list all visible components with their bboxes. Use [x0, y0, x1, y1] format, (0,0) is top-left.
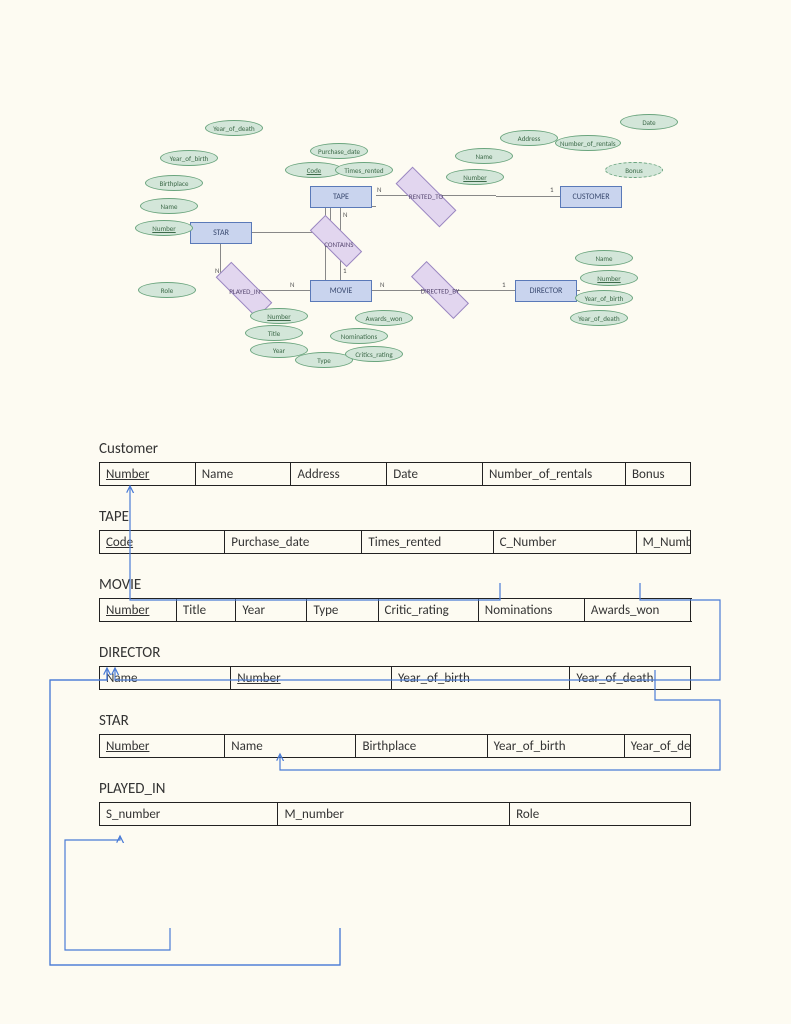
table-tape-block: TAPE Code Purchase_date Times_rented C_N…	[99, 508, 691, 554]
col-playedin-snumber: S_number	[100, 803, 278, 826]
attr-movie-nominations: Nominations	[330, 328, 388, 344]
attr-dir-year-of-death: Year_of_death	[570, 310, 628, 326]
attr-cust-name: Name	[455, 148, 513, 164]
col-star-name: Name	[225, 735, 356, 758]
col-movie-title: Title	[176, 599, 235, 622]
attr-tape-purchase-date: Purchase_date	[310, 143, 368, 159]
entity-director-label: DIRECTOR	[530, 286, 563, 296]
col-tape-purchasedate: Purchase_date	[225, 531, 362, 554]
col-tape-mnumber: M_Number	[636, 531, 690, 554]
col-tape-code: Code	[106, 535, 133, 550]
table-director: Name Number Year_of_birth Year_of_death	[99, 666, 691, 690]
table-playedin-block: PLAYED_IN S_number M_number Role	[99, 780, 691, 826]
entity-movie: MOVIE	[310, 280, 372, 302]
entity-customer-label: CUSTOMER	[572, 192, 609, 202]
attr-dir-number: Number	[580, 270, 638, 286]
attr-dir-name: Name	[575, 250, 633, 266]
col-star-yod: Year_of_death	[624, 735, 690, 758]
col-movie-number: Number	[106, 603, 149, 618]
attr-played-role: Role	[138, 282, 196, 298]
col-movie-awardswon: Awards_won	[584, 599, 690, 622]
attr-cust-number-of-rentals: Number_of_rentals	[555, 135, 621, 151]
attr-movie-number: Number	[250, 308, 308, 324]
col-customer-date: Date	[387, 463, 483, 486]
col-movie-year: Year	[236, 599, 307, 622]
col-director-yob: Year_of_birth	[391, 667, 569, 690]
col-star-number: Number	[106, 739, 149, 754]
entity-director: DIRECTOR	[515, 280, 577, 302]
card-tape-rented-n: N	[377, 185, 382, 194]
table-movie-name: MOVIE	[99, 576, 691, 594]
attr-cust-date: Date	[620, 114, 678, 130]
table-star-name: STAR	[99, 712, 691, 730]
card-contains-movie-1: 1	[343, 266, 347, 275]
attr-cust-address: Address	[500, 130, 558, 146]
table-star-block: STAR Number Name Birthplace Year_of_birt…	[99, 712, 691, 758]
col-movie-criticrating: Critic_rating	[378, 599, 478, 622]
card-directed-dir-1: 1	[502, 280, 506, 289]
col-playedin-role: Role	[510, 803, 691, 826]
attr-star-name: Name	[140, 198, 198, 214]
col-customer-bonus: Bonus	[625, 463, 690, 486]
table-tape: Code Purchase_date Times_rented C_Number…	[99, 530, 691, 554]
col-customer-number: Number	[106, 467, 149, 482]
table-playedin: S_number M_number Role	[99, 802, 691, 826]
entity-tape-label: TAPE	[333, 192, 349, 202]
attr-movie-title: Title	[245, 325, 303, 341]
entity-tape: TAPE	[310, 186, 372, 208]
fk-playedin-snumber	[65, 836, 170, 950]
table-customer-block: Customer Number Name Address Date Number…	[99, 440, 691, 486]
rel-contains: CONTAINS	[309, 234, 369, 256]
card-played-movie-n: N	[290, 280, 295, 289]
attr-cust-bonus: Bonus	[605, 162, 663, 178]
rel-played-in: PLAYED_IN	[215, 281, 275, 303]
table-playedin-name: PLAYED_IN	[99, 780, 691, 798]
attr-star-birthplace: Birthplace	[145, 175, 203, 191]
col-movie-nominations: Nominations	[478, 599, 584, 622]
entity-customer: CUSTOMER	[560, 186, 622, 208]
table-movie-block: MOVIE Number Title Year Type Critic_rati…	[99, 576, 691, 622]
card-tape-contains-n: N	[343, 210, 348, 219]
col-tape-timesrented: Times_rented	[362, 531, 493, 554]
attr-dir-year-of-birth: Year_of_birth	[575, 290, 633, 306]
attr-star-number: Number	[135, 220, 193, 236]
attr-star-year-of-birth: Year_of_birth	[160, 150, 218, 166]
card-rented-cust-1: 1	[550, 185, 554, 194]
col-star-yob: Year_of_birth	[487, 735, 624, 758]
table-director-name: DIRECTOR	[99, 644, 691, 662]
table-movie: Number Title Year Type Critic_rating Nom…	[99, 598, 691, 622]
rel-rented-to: RENTED_TO	[396, 186, 456, 208]
table-director-block: DIRECTOR Name Number Year_of_birth Year_…	[99, 644, 691, 690]
col-director-yod: Year_of_death	[570, 667, 691, 690]
attr-cust-number: Number	[446, 169, 504, 185]
table-customer: Number Name Address Date Number_of_renta…	[99, 462, 691, 486]
attr-tape-times-rented: Times_rented	[335, 162, 393, 178]
col-star-birthplace: Birthplace	[356, 735, 487, 758]
card-movie-directed-n: N	[380, 280, 385, 289]
col-customer-address: Address	[291, 463, 387, 486]
col-customer-numrentals: Number_of_rentals	[482, 463, 625, 486]
table-tape-name: TAPE	[99, 508, 691, 526]
rel-directed-by: DIRECTED_BY	[410, 280, 470, 302]
attr-star-year-of-death: Year_of_death	[205, 120, 263, 136]
col-customer-name: Name	[195, 463, 291, 486]
col-tape-cnumber: C_Number	[493, 531, 636, 554]
table-star: Number Name Birthplace Year_of_birth Yea…	[99, 734, 691, 758]
entity-star-label: STAR	[213, 228, 229, 238]
relational-schema: Customer Number Name Address Date Number…	[99, 440, 691, 826]
er-diagram: STAR Year_of_death Year_of_birth Birthpl…	[130, 90, 690, 360]
attr-movie-awards-won: Awards_won	[355, 310, 413, 326]
col-director-name: Name	[100, 667, 231, 690]
col-movie-type: Type	[307, 599, 378, 622]
table-customer-name: Customer	[99, 440, 691, 458]
col-playedin-mnumber: M_number	[278, 803, 510, 826]
attr-movie-critics-rating: Critics_rating	[345, 346, 403, 362]
card-star-played-n: N	[215, 266, 220, 275]
col-director-number: Number	[237, 671, 280, 686]
entity-star: STAR	[190, 222, 252, 244]
rel-rented-to-wrapper: RENTED_TO	[395, 185, 465, 207]
entity-movie-label: MOVIE	[330, 286, 353, 296]
